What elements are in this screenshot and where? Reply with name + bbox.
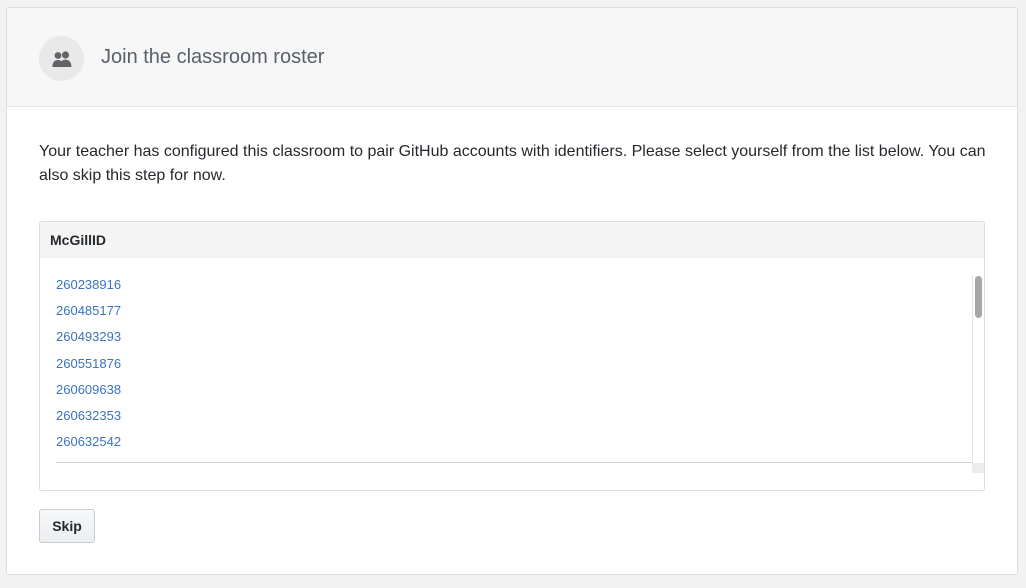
- skip-button[interactable]: Skip: [39, 509, 95, 543]
- roster-list: 260238916 260485177 260493293 260551876 …: [56, 275, 973, 463]
- list-item: 260485177: [56, 301, 973, 327]
- scrollbar-corner: [972, 463, 984, 473]
- page-title: Join the classroom roster: [101, 46, 325, 68]
- card-header: Join the classroom roster: [7, 8, 1017, 107]
- list-item: 260551876: [56, 354, 973, 380]
- list-item: 260493293: [56, 327, 973, 353]
- roster-selector: McGillID 260238916 260485177 260493293 2…: [39, 221, 985, 491]
- list-item: 260632542: [56, 432, 973, 458]
- join-roster-card: Join the classroom roster Your teacher h…: [6, 7, 1018, 575]
- roster-entry-link[interactable]: 260485177: [56, 303, 121, 318]
- roster-column-header: McGillID: [40, 222, 984, 258]
- roster-entry-link[interactable]: 260632542: [56, 434, 121, 449]
- list-item: 260238916: [56, 275, 973, 301]
- roster-entry-link[interactable]: 260493293: [56, 329, 121, 344]
- roster-scrollbar[interactable]: [972, 275, 984, 473]
- roster-entry-link[interactable]: 260609638: [56, 382, 121, 397]
- roster-list-container: 260238916 260485177 260493293 260551876 …: [56, 275, 984, 475]
- instructions-text: Your teacher has configured this classro…: [39, 143, 986, 184]
- list-item: 260609638: [56, 380, 973, 406]
- roster-entry-link[interactable]: 260632353: [56, 408, 121, 423]
- roster-scrollbar-thumb[interactable]: [975, 276, 982, 318]
- people-icon-glyph: [51, 50, 71, 67]
- roster-entry-link[interactable]: 260238916: [56, 277, 121, 292]
- list-item: 260632353: [56, 406, 973, 432]
- roster-entry-link[interactable]: 260551876: [56, 356, 121, 371]
- people-icon: [39, 36, 84, 81]
